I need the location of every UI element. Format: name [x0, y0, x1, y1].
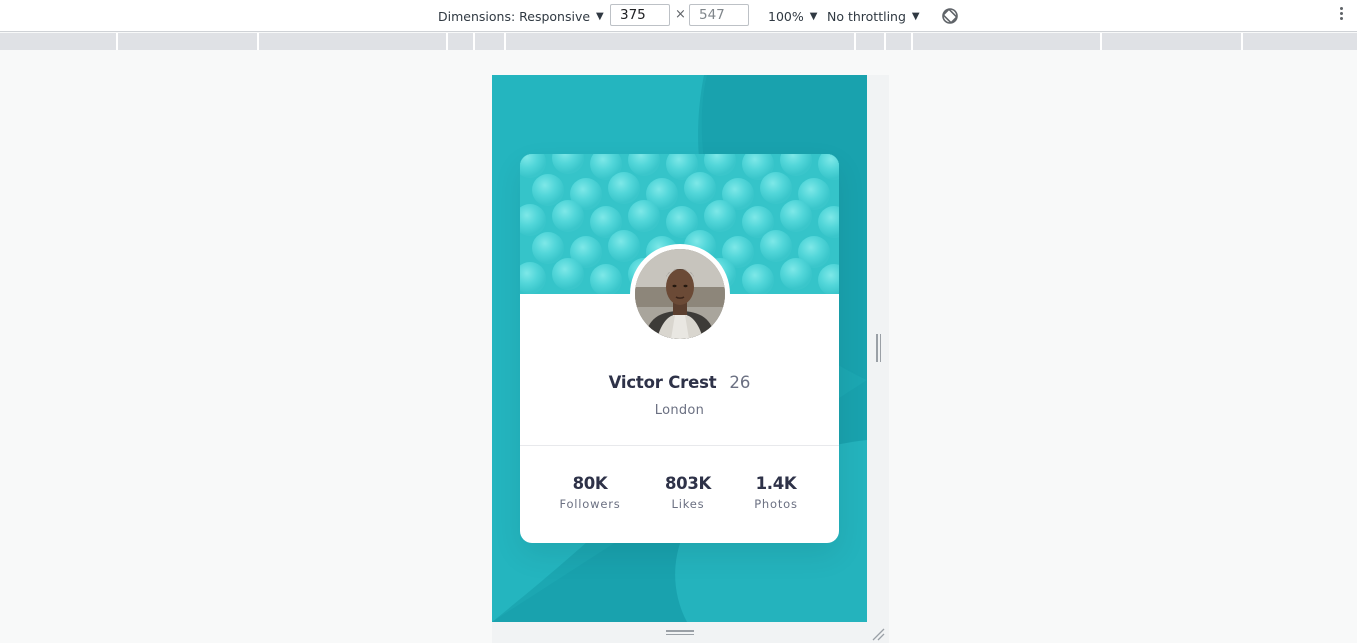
height-input[interactable]: [689, 4, 749, 26]
height-resize-handle[interactable]: [666, 630, 694, 636]
times-symbol: ×: [675, 7, 686, 22]
media-query-marker[interactable]: [1100, 33, 1102, 50]
width-resize-handle[interactable]: [876, 334, 881, 362]
resize-corner-icon[interactable]: [871, 626, 885, 643]
stat-label: Likes: [671, 497, 705, 511]
screen-rotation-icon[interactable]: [940, 6, 960, 29]
stat-photos: 1.4K Photos: [726, 474, 826, 511]
media-query-marker[interactable]: [116, 33, 118, 50]
person-name: Victor Crest: [608, 373, 717, 392]
media-query-marker[interactable]: [257, 33, 259, 50]
dimensions-dropdown[interactable]: Dimensions: Responsive ▼: [438, 0, 604, 32]
media-query-marker[interactable]: [446, 33, 448, 50]
media-query-marker[interactable]: [854, 33, 856, 50]
media-query-marker[interactable]: [884, 33, 886, 50]
dimensions-label: Dimensions: Responsive: [438, 8, 591, 24]
avatar: [630, 244, 730, 344]
card-divider: [520, 445, 839, 446]
stat-label: Followers: [559, 497, 621, 511]
chevron-down-icon: ▼: [596, 10, 604, 22]
media-query-marker[interactable]: [1241, 33, 1243, 50]
more-vert-icon[interactable]: [1336, 7, 1346, 20]
width-input[interactable]: [610, 4, 670, 26]
media-query-marker[interactable]: [504, 33, 506, 50]
zoom-label: 100%: [768, 8, 804, 24]
chevron-down-icon: ▼: [809, 10, 818, 22]
profile-card: Victor Crest 26 London 80K Followers 803…: [520, 154, 839, 543]
zoom-dropdown[interactable]: 100% ▼: [768, 0, 817, 32]
stat-followers: 80K Followers: [540, 474, 640, 511]
media-query-marker[interactable]: [473, 33, 475, 50]
stat-label: Photos: [754, 497, 798, 511]
stat-value: 1.4K: [755, 474, 797, 493]
throttling-label: No throttling: [827, 8, 906, 24]
device-toolbar: Dimensions: Responsive ▼ × 100% ▼ No thr…: [0, 0, 1357, 32]
media-query-marker[interactable]: [911, 33, 913, 50]
name-row: Victor Crest 26: [520, 373, 839, 392]
stat-likes: 803K Likes: [638, 474, 738, 511]
media-query-bar: [0, 33, 1357, 50]
stat-value: 803K: [664, 474, 712, 493]
chevron-down-icon: ▼: [911, 10, 920, 22]
avatar-photo: [635, 249, 725, 339]
person-age: 26: [729, 373, 751, 392]
person-city: London: [654, 403, 705, 418]
stat-value: 80K: [572, 474, 608, 493]
throttling-dropdown[interactable]: No throttling ▼: [827, 0, 920, 32]
